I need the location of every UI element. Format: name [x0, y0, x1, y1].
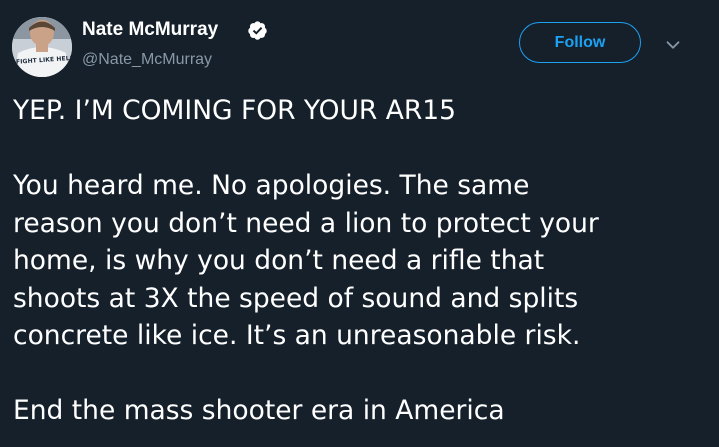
tweet-line: End the mass shooter era in America: [13, 395, 505, 426]
tweet-line: YEP. I’M COMING FOR YOUR AR15: [13, 95, 457, 126]
tweet-line: shoots at 3X the speed of sound and spli…: [13, 282, 579, 314]
tweet-line: home, is why you don’t need a rifle that: [13, 245, 545, 276]
author-handle[interactable]: @Nate_McMurray: [82, 51, 212, 69]
author-name[interactable]: Nate McMurray: [82, 19, 218, 41]
tweet-card: FIGHT LIKE HELL Nate McMurray @Nate_McMu…: [0, 0, 719, 447]
follow-button[interactable]: Follow: [519, 22, 641, 63]
chevron-down-icon[interactable]: [662, 34, 684, 56]
tweet-text: YEP. I’M COMING FOR YOUR AR15 You heard …: [13, 92, 693, 430]
tweet-line: reason you don’t need a lion to protect …: [13, 207, 599, 239]
avatar[interactable]: FIGHT LIKE HELL: [12, 17, 72, 77]
tweet-line: concrete like ice. It’s an unreasonable …: [13, 320, 581, 351]
verified-badge-icon: [248, 21, 267, 40]
tweet-line: You heard me. No apologies. The same: [13, 170, 530, 201]
avatar-photo: [12, 17, 72, 77]
